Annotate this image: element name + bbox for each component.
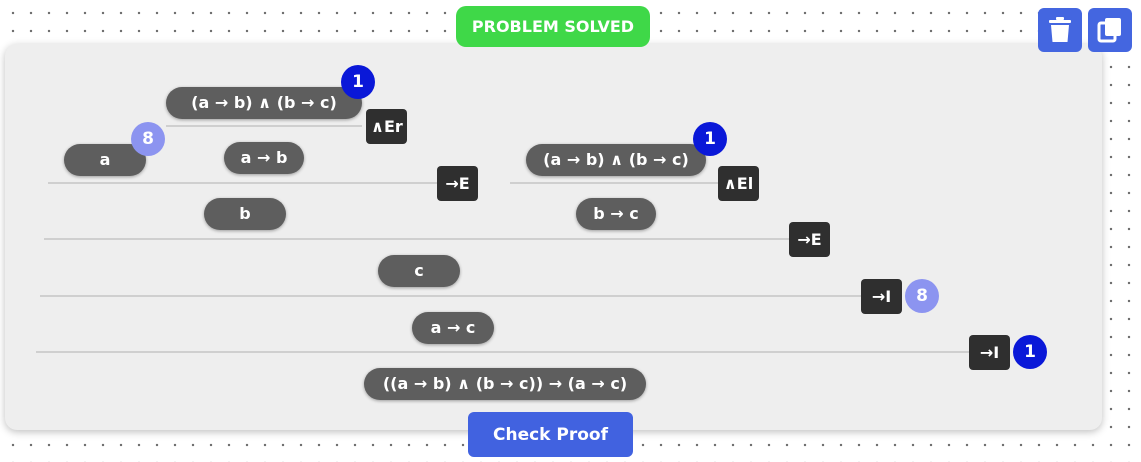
formula-b-implies-c[interactable]: b → c [576, 198, 656, 230]
trash-icon [1049, 17, 1071, 42]
inference-line [48, 182, 438, 184]
rule-implies-elim[interactable]: →E [437, 166, 478, 201]
status-banner: PROBLEM SOLVED [456, 6, 650, 47]
formula-a-implies-c[interactable]: a → c [412, 312, 494, 344]
formula-c[interactable]: c [378, 255, 460, 287]
rule-implies-intro[interactable]: →I [969, 335, 1010, 370]
formula-conjunction-right[interactable]: (a → b) ∧ (b → c) [526, 144, 706, 176]
inference-line [40, 295, 862, 297]
rule-implies-intro[interactable]: →I [861, 279, 902, 314]
inference-line [166, 125, 362, 127]
inference-line [36, 351, 970, 353]
discharge-badge: 1 [1013, 335, 1047, 369]
assumption-badge: 8 [131, 122, 165, 156]
assumption-badge: 1 [341, 65, 375, 99]
copy-icon [1097, 18, 1121, 43]
formula-a-implies-b[interactable]: a → b [224, 142, 304, 174]
copy-button[interactable] [1088, 8, 1132, 52]
rule-and-elim-left[interactable]: ∧El [718, 166, 759, 201]
formula-b[interactable]: b [204, 198, 286, 230]
discharge-badge: 8 [905, 279, 939, 313]
formula-conclusion[interactable]: ((a → b) ∧ (b → c)) → (a → c) [364, 368, 646, 400]
rule-and-elim-right[interactable]: ∧Er [366, 109, 407, 144]
delete-button[interactable] [1038, 8, 1082, 52]
inference-line [44, 238, 790, 240]
formula-conjunction-top[interactable]: (a → b) ∧ (b → c) [166, 87, 362, 119]
check-proof-button[interactable]: Check Proof [468, 412, 633, 457]
rule-implies-elim[interactable]: →E [789, 222, 830, 257]
inference-line [510, 182, 720, 184]
assumption-badge: 1 [693, 122, 727, 156]
